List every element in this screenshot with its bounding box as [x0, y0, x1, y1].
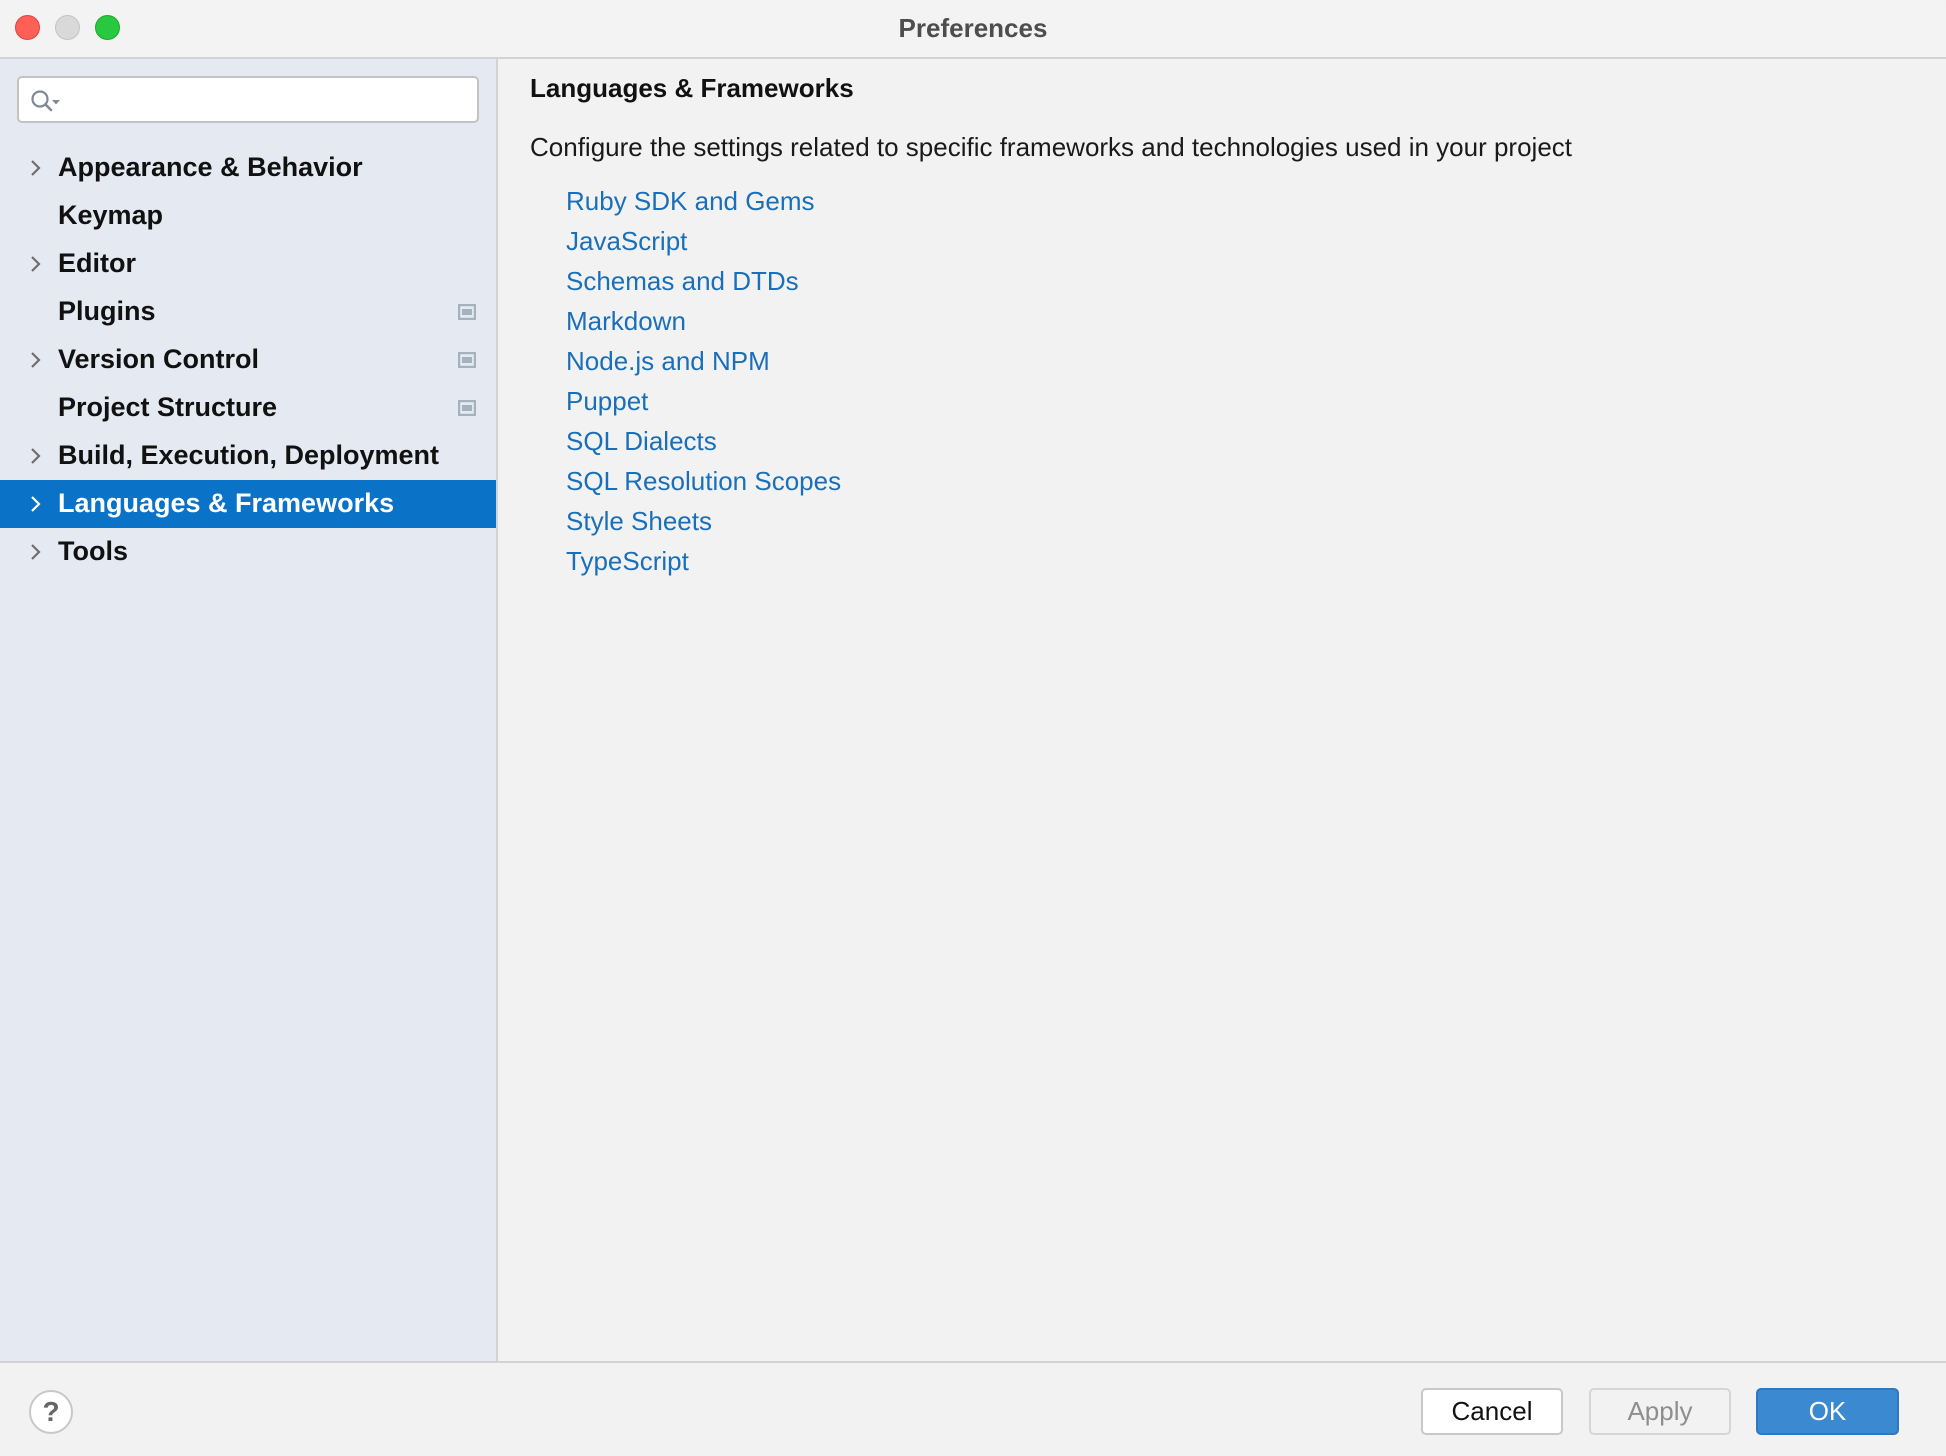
search-input[interactable]: [75, 84, 469, 116]
preferences-window: Preferences Appearance & Behavior Keymap E…: [0, 0, 1946, 1456]
sidebar-item-project-structure[interactable]: Project Structure: [0, 384, 496, 432]
sidebar-item-label: Keymap: [58, 200, 164, 230]
link-sql-resolution-scopes[interactable]: SQL Resolution Scopes: [566, 465, 841, 505]
chevron-right-icon[interactable]: [27, 542, 45, 562]
chevron-right-icon[interactable]: [27, 494, 45, 514]
settings-sidebar: Appearance & Behavior Keymap Editor Plugins…: [0, 59, 498, 1361]
sidebar-item-label: Editor: [58, 248, 136, 278]
chevron-right-icon[interactable]: [27, 446, 45, 466]
help-button[interactable]: ?: [29, 1390, 73, 1434]
link-schemas-and-dtds[interactable]: Schemas and DTDs: [566, 265, 841, 305]
subsection-links: Ruby SDK and Gems JavaScript Schemas and D…: [566, 185, 841, 585]
sidebar-item-label: Appearance & Behavior: [58, 152, 363, 182]
chevron-right-icon[interactable]: [27, 254, 45, 274]
window-title: Preferences: [898, 13, 1048, 43]
sidebar-item-label: Build, Execution, Deployment: [58, 440, 440, 470]
link-markdown[interactable]: Markdown: [566, 305, 841, 345]
search-field[interactable]: [17, 76, 479, 123]
sidebar-item-build-execution-deployment[interactable]: Build, Execution, Deployment: [0, 432, 496, 480]
link-style-sheets[interactable]: Style Sheets: [566, 505, 841, 545]
page-title: Languages & Frameworks: [530, 73, 854, 103]
link-sql-dialects[interactable]: SQL Dialects: [566, 425, 841, 465]
link-node-js-and-npm[interactable]: Node.js and NPM: [566, 345, 841, 385]
sidebar-item-version-control[interactable]: Version Control: [0, 336, 496, 384]
project-level-settings-icon: [458, 304, 476, 320]
chevron-right-icon[interactable]: [27, 350, 45, 370]
sidebar-item-label: Languages & Frameworks: [58, 488, 395, 518]
search-history-dropdown-icon: [52, 100, 60, 105]
help-icon: ?: [42, 1396, 60, 1427]
content-panel: Languages & Frameworks Configure the set…: [498, 59, 1946, 1361]
link-typescript[interactable]: TypeScript: [566, 545, 841, 585]
sidebar-item-tools[interactable]: Tools: [0, 528, 496, 576]
apply-button[interactable]: Apply: [1589, 1388, 1731, 1435]
sidebar-item-label: Tools: [58, 536, 128, 566]
sidebar-item-label: Version Control: [58, 344, 260, 374]
link-puppet[interactable]: Puppet: [566, 385, 841, 425]
ok-button[interactable]: OK: [1756, 1388, 1899, 1435]
sidebar-item-keymap[interactable]: Keymap: [0, 192, 496, 240]
link-ruby-sdk-and-gems[interactable]: Ruby SDK and Gems: [566, 185, 841, 225]
search-icon: [31, 90, 60, 112]
settings-tree: Appearance & Behavior Keymap Editor Plugins…: [0, 144, 496, 576]
title-bar: Preferences: [0, 0, 1946, 59]
sidebar-item-languages-frameworks[interactable]: Languages & Frameworks: [0, 480, 496, 528]
page-description: Configure the settings related to specif…: [530, 132, 1573, 162]
project-level-settings-icon: [458, 352, 476, 368]
sidebar-item-label: Project Structure: [58, 392, 278, 422]
dialog-footer: ? Cancel Apply OK: [0, 1361, 1946, 1456]
sidebar-item-label: Plugins: [58, 296, 156, 326]
link-javascript[interactable]: JavaScript: [566, 225, 841, 265]
project-level-settings-icon: [458, 400, 476, 416]
sidebar-item-editor[interactable]: Editor: [0, 240, 496, 288]
chevron-right-icon[interactable]: [27, 158, 45, 178]
sidebar-item-appearance-behavior[interactable]: Appearance & Behavior: [0, 144, 496, 192]
sidebar-item-plugins[interactable]: Plugins: [0, 288, 496, 336]
cancel-button[interactable]: Cancel: [1421, 1388, 1563, 1435]
